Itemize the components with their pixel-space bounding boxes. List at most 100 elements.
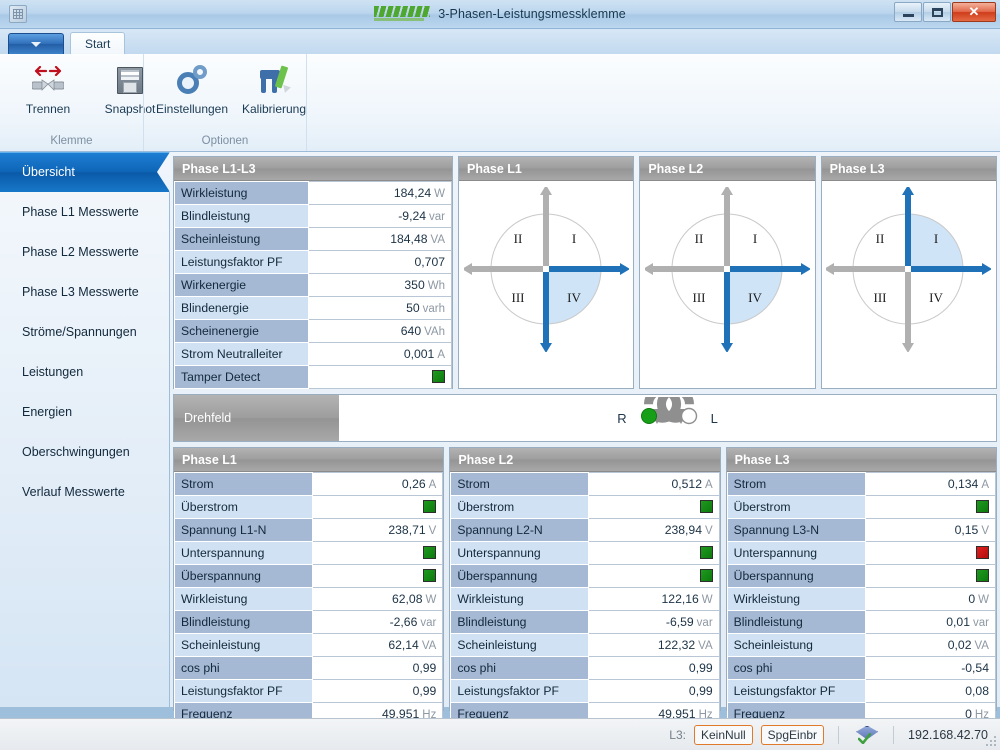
svg-text:II: II [876, 231, 885, 246]
einstellungen-button[interactable]: Einstellungen [154, 60, 230, 120]
value-number: 62,08 [392, 592, 423, 606]
value-number: 0,02 [948, 638, 972, 652]
status-phase-label: L3: [669, 728, 686, 742]
panel-phase-l2: Phase L2 Strom0,512AÜberstromSpannung L2… [449, 447, 720, 711]
minimize-button[interactable] [894, 2, 922, 22]
chevron-down-icon [31, 42, 41, 47]
svg-text:IV: IV [567, 290, 581, 305]
table-row: Spannung L3-N0,15V [727, 519, 995, 542]
row-label: Spannung L1-N [175, 519, 313, 542]
quadrant-diagram-l2: IIIIIIIVQ+Q-P+P- [640, 181, 814, 388]
sidebar-item-4[interactable]: Ströme/Spannungen [0, 312, 169, 352]
phase-l1-table: Strom0,26AÜberstromSpannung L1-N238,71VU… [174, 472, 443, 726]
row-label: Tamper Detect [175, 366, 309, 389]
status-badge-keinnull[interactable]: KeinNull [694, 725, 753, 745]
table-row: Wirkleistung184,24W [175, 182, 452, 205]
row-value: 0,02VA [865, 634, 995, 657]
value-number: -6,59 [666, 615, 694, 629]
table-row: Wirkleistung62,08W [175, 588, 443, 611]
kalibrierung-label: Kalibrierung [242, 102, 306, 116]
wago-logo-icon [374, 6, 430, 22]
row-value: 62,14VA [313, 634, 443, 657]
status-bar: L3: KeinNull SpgEinbr 192.168.42.70 [0, 718, 1000, 750]
sidebar-item-label: Verlauf Messwerte [22, 485, 125, 499]
trennen-button[interactable]: Trennen [10, 60, 86, 120]
row-value: 184,24W [309, 182, 452, 205]
close-button[interactable]: ✕ [952, 2, 996, 22]
row-value: 0,15V [865, 519, 995, 542]
svg-text:III: III [874, 290, 887, 305]
sidebar-item-5[interactable]: Leistungen [0, 352, 169, 392]
row-value: 0,99 [313, 680, 443, 703]
tab-start[interactable]: Start [70, 32, 125, 54]
sidebar-item-7[interactable]: Oberschwingungen [0, 432, 169, 472]
quick-access-button[interactable] [8, 33, 64, 54]
svg-text:I: I [753, 231, 757, 246]
sidebar-item-3[interactable]: Phase L3 Messwerte [0, 272, 169, 312]
table-row: Wirkleistung122,16W [451, 588, 719, 611]
value-unit: var [694, 617, 713, 629]
value-unit: VA [695, 640, 713, 652]
value-unit: A [426, 479, 437, 491]
drehfeld-left-label: L [711, 411, 718, 426]
panel-quadrant-l3-title: Phase L3 [822, 157, 996, 181]
row-label: Spannung L3-N [727, 519, 865, 542]
table-row: Unterspannung [727, 542, 995, 565]
sidebar-item-2[interactable]: Phase L2 Messwerte [0, 232, 169, 272]
row-value [313, 565, 443, 588]
row-label: Leistungsfaktor PF [175, 680, 313, 703]
svg-text:I: I [934, 231, 938, 246]
sidebar: ÜbersichtPhase L1 MesswertePhase L2 Mess… [0, 152, 170, 707]
phase-tables-row: Phase L1 Strom0,26AÜberstromSpannung L1-… [173, 447, 997, 711]
row-label: Überstrom [451, 496, 589, 519]
value-number: 0,707 [415, 255, 446, 269]
status-led-red [976, 546, 989, 559]
value-number: 50 [406, 301, 420, 315]
row-value: -2,66var [313, 611, 443, 634]
value-number: 0,99 [689, 661, 713, 675]
row-label: Unterspannung [451, 542, 589, 565]
ribbon-empty-area [306, 54, 1000, 151]
table-row: cos phi-0,54 [727, 657, 995, 680]
status-led-green [700, 546, 713, 559]
sidebar-item-0[interactable]: Übersicht [0, 152, 169, 192]
ribbon-group-optionen: Einstellungen Kalibrierung Optionen [143, 54, 306, 151]
table-row: Blindleistung0,01var [727, 611, 995, 634]
value-number: 184,24 [394, 186, 431, 200]
panel-phase-l3: Phase L3 Strom0,134AÜberstromSpannung L3… [726, 447, 997, 711]
row-value: 122,16W [589, 588, 719, 611]
gear-icon [175, 64, 209, 98]
svg-text:II: II [513, 231, 522, 246]
app-window: 3-Phasen-Leistungsmessklemme ✕ Start [0, 0, 1000, 750]
sidebar-item-8[interactable]: Verlauf Messwerte [0, 472, 169, 512]
row-value: -6,59var [589, 611, 719, 634]
status-badge-spgeinbr[interactable]: SpgEinbr [761, 725, 824, 745]
row-value: 0,512A [589, 473, 719, 496]
value-unit: VA [419, 640, 437, 652]
value-number: 0,01 [946, 615, 970, 629]
panel-phase-l1-title: Phase L1 [174, 448, 443, 472]
value-unit: V [978, 525, 989, 537]
row-value [313, 496, 443, 519]
row-value: 0,001A [309, 343, 452, 366]
value-unit: A [978, 479, 989, 491]
resize-grip[interactable] [985, 735, 997, 747]
ribbon-group-optionen-label: Optionen [144, 131, 306, 151]
table-row: Scheinleistung62,14VA [175, 634, 443, 657]
table-row: Überstrom [727, 496, 995, 519]
kalibrierung-button[interactable]: Kalibrierung [236, 60, 312, 120]
status-led-green [700, 500, 713, 513]
sidebar-item-1[interactable]: Phase L1 Messwerte [0, 192, 169, 232]
value-number: 62,14 [388, 638, 419, 652]
row-value: 0,99 [589, 657, 719, 680]
row-label: Scheinleistung [727, 634, 865, 657]
table-row: Wirkleistung0W [727, 588, 995, 611]
value-number: 122,16 [662, 592, 699, 606]
maximize-button[interactable] [923, 2, 951, 22]
value-number: 122,32 [658, 638, 695, 652]
svg-text:I: I [571, 231, 575, 246]
sidebar-item-6[interactable]: Energien [0, 392, 169, 432]
table-row: Unterspannung [451, 542, 719, 565]
value-number: 0,99 [413, 684, 437, 698]
row-label: Strom [451, 473, 589, 496]
